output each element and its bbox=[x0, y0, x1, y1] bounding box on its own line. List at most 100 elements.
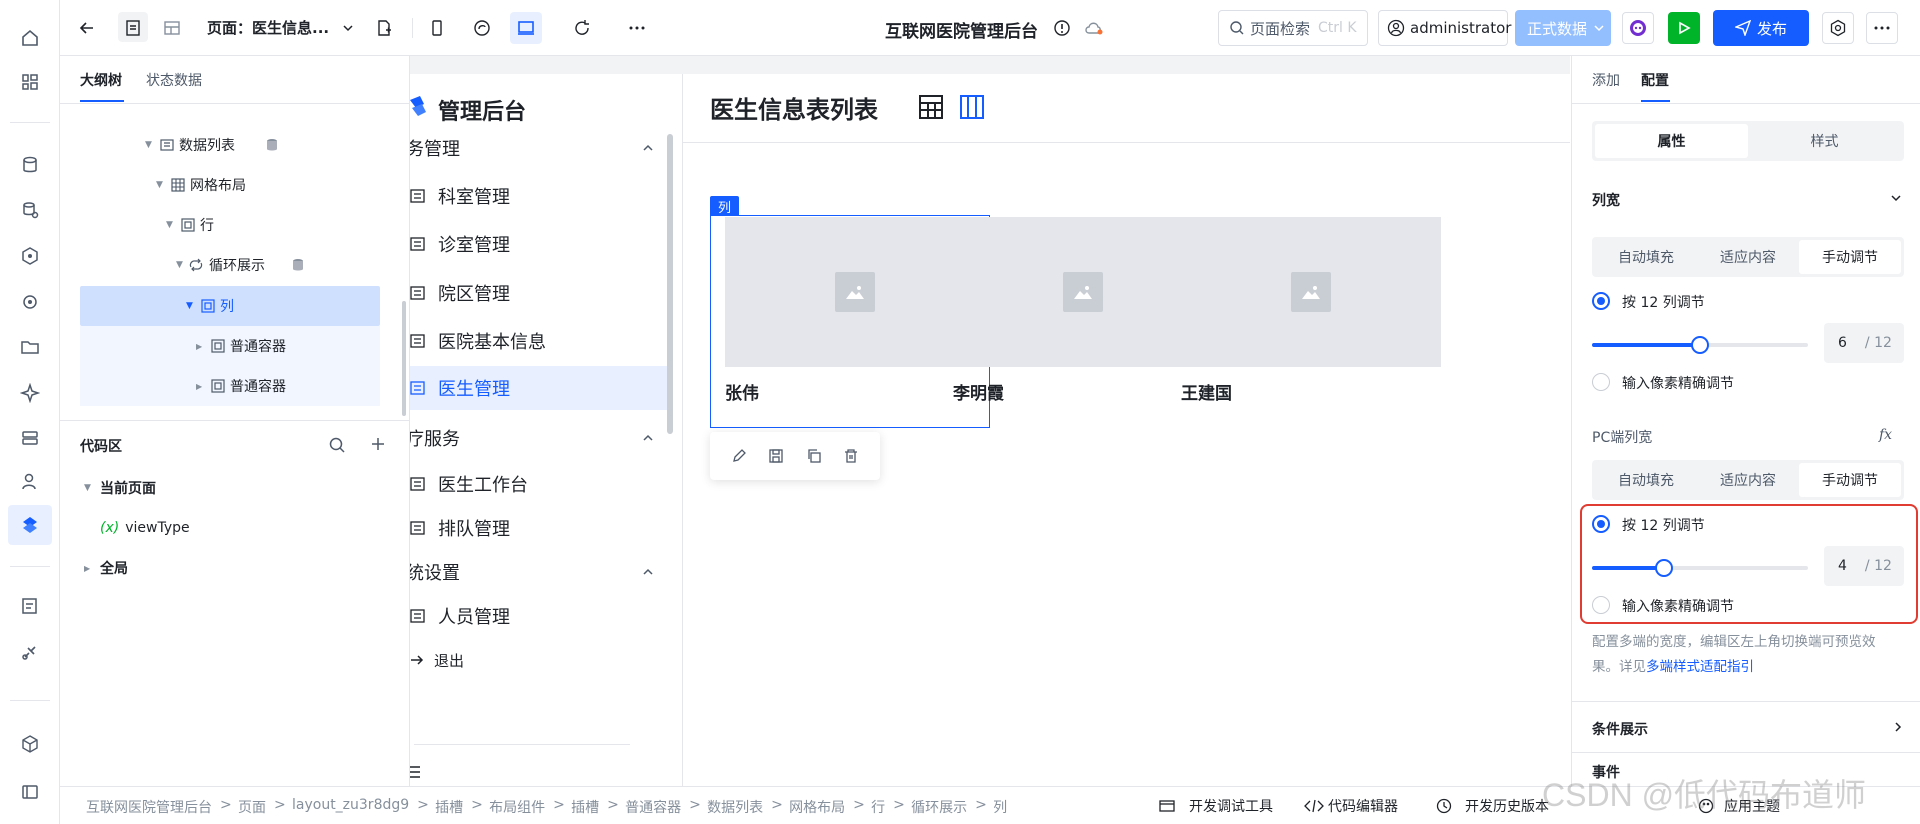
code-current-page[interactable]: ▼ 当前页面 bbox=[84, 470, 156, 506]
collapse-panel-icon[interactable] bbox=[18, 780, 42, 804]
breadcrumb-item[interactable]: 数据列表 bbox=[707, 797, 763, 817]
layout-icon[interactable] bbox=[160, 16, 184, 40]
code-variable[interactable]: (x) viewType bbox=[100, 510, 190, 546]
menu-group[interactable]: 疗服务 bbox=[410, 416, 672, 460]
page-icon[interactable] bbox=[121, 16, 145, 40]
breadcrumb-item[interactable]: layout_zu3r8dg9 bbox=[292, 797, 409, 813]
desktop-icon[interactable] bbox=[514, 16, 538, 40]
breadcrumb-item[interactable]: 循环展示 bbox=[911, 797, 967, 817]
caret-down-icon[interactable]: ▼ bbox=[156, 180, 168, 190]
caret-down-icon[interactable]: ▼ bbox=[176, 260, 188, 270]
storage-icon[interactable] bbox=[18, 426, 42, 450]
menu-collapse-icon[interactable] bbox=[410, 764, 422, 780]
chevron-down-icon[interactable] bbox=[1890, 192, 1902, 204]
menu-item[interactable]: 科室管理 bbox=[410, 174, 672, 218]
tree-node-data-list[interactable]: ▼ 数据列表 bbox=[145, 127, 279, 163]
mobile-icon[interactable] bbox=[425, 16, 449, 40]
doctor-card[interactable]: 张伟 bbox=[725, 217, 985, 432]
menu-scrollbar[interactable] bbox=[667, 134, 673, 434]
breadcrumb-item[interactable]: 布局组件 bbox=[489, 797, 545, 817]
more-menu-button[interactable] bbox=[1866, 12, 1898, 44]
seg-style[interactable]: 样式 bbox=[1748, 124, 1901, 158]
tab-config[interactable]: 配置 bbox=[1641, 70, 1669, 90]
tree-node-container[interactable]: ▶ 普通容器 bbox=[196, 368, 286, 404]
tab-state-data[interactable]: 状态数据 bbox=[146, 70, 202, 90]
preview-button[interactable] bbox=[1668, 12, 1700, 44]
hint-link[interactable]: 多端样式适配指引 bbox=[1646, 659, 1754, 675]
menu-item[interactable]: 医院基本信息 bbox=[410, 319, 672, 363]
prop-style-switch[interactable]: 属性 样式 bbox=[1592, 121, 1904, 161]
settings-button[interactable] bbox=[1822, 12, 1854, 44]
copy-icon[interactable] bbox=[806, 448, 822, 464]
caret-right-icon[interactable]: ▶ bbox=[84, 564, 96, 573]
save-icon[interactable] bbox=[768, 448, 784, 464]
radio-12-columns[interactable] bbox=[1592, 515, 1610, 533]
workflow-icon[interactable] bbox=[18, 290, 42, 314]
search-input[interactable]: 页面检索 Ctrl K bbox=[1218, 10, 1368, 46]
env-select[interactable]: 正式数据 bbox=[1515, 10, 1611, 46]
ai-assistant-button[interactable] bbox=[1622, 12, 1654, 44]
plugin-icon[interactable] bbox=[18, 640, 42, 664]
refresh-icon[interactable] bbox=[570, 16, 594, 40]
radio-12-columns[interactable] bbox=[1592, 292, 1610, 310]
chevron-up-icon[interactable] bbox=[642, 142, 654, 154]
apps-icon[interactable] bbox=[18, 70, 42, 94]
tree-node-loop[interactable]: ▼ 循环展示 bbox=[176, 247, 305, 283]
dev-history[interactable]: 开发历史版本 bbox=[1465, 796, 1549, 816]
user-permission-icon[interactable] bbox=[18, 470, 42, 494]
menu-item[interactable]: 人员管理 bbox=[410, 594, 672, 638]
hexagon-icon[interactable] bbox=[18, 244, 42, 268]
breadcrumb-item[interactable]: 行 bbox=[871, 797, 885, 817]
tree-node-grid-layout[interactable]: ▼ 网格布局 bbox=[156, 167, 246, 203]
breadcrumb-item[interactable]: 插槽 bbox=[571, 797, 599, 817]
slider-handle[interactable] bbox=[1655, 559, 1673, 577]
tree-node-container[interactable]: ▶ 普通容器 bbox=[196, 328, 286, 364]
cloud-sync-icon[interactable] bbox=[1082, 16, 1106, 40]
menu-item[interactable]: 诊室管理 bbox=[410, 222, 672, 266]
pc-width-mode[interactable]: 自动填充 适应内容 手动调节 bbox=[1592, 460, 1904, 500]
menu-group[interactable]: 务管理 bbox=[410, 126, 672, 170]
formula-icon[interactable]: fx bbox=[1879, 427, 1892, 443]
code-global[interactable]: ▶ 全局 bbox=[84, 550, 128, 586]
card-view-icon[interactable] bbox=[959, 94, 985, 120]
chevron-up-icon[interactable] bbox=[642, 432, 654, 444]
more-icon[interactable] bbox=[625, 16, 649, 40]
code-editor[interactable]: 代码编辑器 bbox=[1328, 796, 1398, 816]
mode-manual[interactable]: 手动调节 bbox=[1799, 463, 1901, 497]
delete-icon[interactable] bbox=[843, 448, 859, 464]
caret-down-icon[interactable]: ▼ bbox=[84, 483, 96, 493]
pc-col-count-input[interactable]: 4 / 12 bbox=[1824, 546, 1904, 586]
caret-down-icon[interactable]: ▼ bbox=[186, 301, 198, 311]
user-menu[interactable]: administrator bbox=[1378, 10, 1511, 46]
doctor-card[interactable]: 王建国 bbox=[1181, 217, 1441, 432]
add-icon[interactable] bbox=[370, 436, 386, 452]
publish-button[interactable]: 发布 bbox=[1713, 10, 1809, 46]
home-icon[interactable] bbox=[18, 26, 42, 50]
breadcrumb-item[interactable]: 互联网医院管理后台 bbox=[86, 797, 212, 817]
menu-item[interactable]: 排队管理 bbox=[410, 506, 672, 550]
tree-node-row[interactable]: ▼ 行 bbox=[166, 207, 214, 243]
folder-icon[interactable] bbox=[18, 335, 42, 359]
cube-icon[interactable] bbox=[18, 732, 42, 756]
miniprogram-icon[interactable] bbox=[470, 16, 494, 40]
breadcrumb-item[interactable]: 普通容器 bbox=[625, 797, 681, 817]
col-width-mode[interactable]: 自动填充 适应内容 手动调节 bbox=[1592, 237, 1904, 277]
database-icon[interactable] bbox=[18, 153, 42, 177]
tab-outline[interactable]: 大纲树 bbox=[80, 70, 122, 90]
tree-node-column[interactable]: ▼ 列 bbox=[186, 288, 234, 324]
menu-item[interactable]: 院区管理 bbox=[410, 271, 672, 315]
caret-down-icon[interactable]: ▼ bbox=[166, 220, 178, 230]
edit-icon[interactable] bbox=[731, 448, 747, 464]
chevron-down-icon[interactable] bbox=[336, 16, 360, 40]
caret-down-icon[interactable]: ▼ bbox=[145, 140, 157, 150]
mode-fit-content[interactable]: 适应内容 bbox=[1697, 240, 1799, 274]
doctor-card[interactable]: 李明霞 bbox=[953, 217, 1213, 432]
conditional-display-section[interactable]: 条件展示 bbox=[1592, 719, 1648, 739]
mode-fit-content[interactable]: 适应内容 bbox=[1697, 463, 1799, 497]
report-icon[interactable] bbox=[18, 594, 42, 618]
breadcrumb-item[interactable]: 插槽 bbox=[435, 797, 463, 817]
info-icon[interactable] bbox=[1050, 16, 1074, 40]
back-arrow-icon[interactable] bbox=[75, 16, 99, 40]
logo-app-icon[interactable] bbox=[18, 513, 42, 537]
search-icon[interactable] bbox=[328, 436, 346, 454]
